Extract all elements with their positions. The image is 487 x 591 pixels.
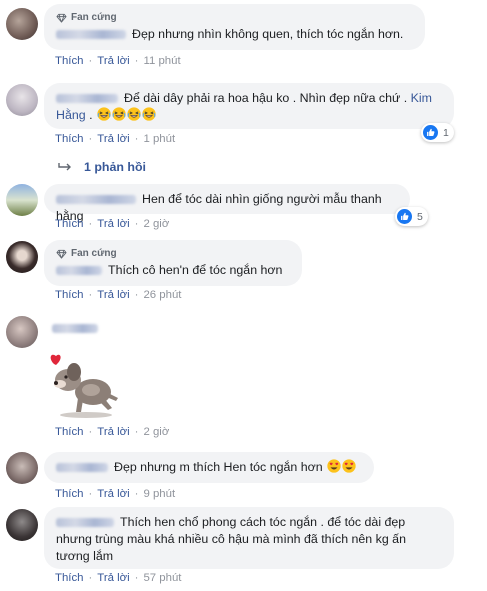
comment-actions: Thích · Trả lời · 2 giờ	[55, 218, 170, 230]
avatar[interactable]	[6, 184, 38, 216]
timestamp[interactable]: 2 giờ	[143, 218, 169, 230]
avatar[interactable]	[6, 452, 38, 484]
commenter-name[interactable]	[56, 266, 102, 276]
heart-icon	[50, 354, 61, 365]
mention-link[interactable]: Kim	[411, 91, 432, 105]
avatar[interactable]	[6, 509, 38, 541]
fan-badge-label: Fan cứng	[71, 12, 117, 23]
laughing-emoji-icon	[127, 107, 141, 121]
like-link[interactable]: Thích	[55, 133, 84, 145]
comment-text: Thích cô hen'n để tóc ngắn hơn	[108, 263, 283, 277]
timestamp[interactable]: 1 phút	[143, 133, 175, 145]
comment-text: tương lắm	[56, 549, 114, 563]
like-link[interactable]: Thích	[55, 426, 84, 438]
fan-badge: Fan cứng	[56, 11, 413, 24]
comment-bubble: Để dài dây phải ra hoa hậu ko . Nhìn đẹp…	[44, 83, 454, 129]
comment-bubble: Thích hen chổ phong cách tóc ngắn . để t…	[44, 507, 454, 569]
comment-actions: Thích · Trả lời · 2 giờ	[55, 426, 170, 438]
like-link[interactable]: Thích	[55, 488, 84, 500]
comment-text: Để dài dây phải ra hoa hậu ko . Nhìn đẹp…	[124, 91, 408, 105]
comment-text: nhưng trùng màu khá nhiều cô hậu mà mình…	[56, 532, 406, 546]
reply-link[interactable]: Trả lời	[97, 426, 129, 438]
commenter-name[interactable]	[56, 30, 126, 40]
laughing-emoji-icon	[97, 107, 111, 121]
fan-badge-label: Fan cứng	[71, 248, 117, 259]
like-link[interactable]: Thích	[55, 572, 84, 584]
like-link[interactable]: Thích	[55, 218, 84, 230]
reaction-count[interactable]: 5	[395, 207, 428, 226]
comment-actions: Thích · Trả lời · 1 phút	[55, 133, 176, 145]
timestamp[interactable]: 11 phút	[143, 55, 180, 67]
comment-actions: Thích · Trả lời · 11 phút	[55, 55, 181, 67]
comment-actions: Thích · Trả lời · 57 phút	[55, 572, 182, 584]
dog-heart-sticker	[50, 354, 118, 418]
avatar[interactable]	[6, 8, 38, 40]
commenter-name[interactable]	[56, 518, 114, 528]
avatar[interactable]	[6, 241, 38, 273]
reaction-count[interactable]: 1	[421, 123, 454, 142]
reply-arrow-icon	[58, 163, 71, 171]
mention-link[interactable]: Hằng	[56, 108, 86, 122]
heart-eyes-emoji-icon	[327, 459, 341, 473]
reply-link[interactable]: Trả lời	[97, 488, 129, 500]
comment-text: Đẹp nhưng nhìn không quen, thích tóc ngắ…	[132, 27, 404, 41]
avatar[interactable]	[6, 84, 38, 116]
diamond-icon	[56, 249, 67, 259]
timestamp[interactable]: 9 phút	[143, 488, 175, 500]
timestamp[interactable]: 57 phút	[143, 572, 181, 584]
reply-link[interactable]: Trả lời	[97, 572, 129, 584]
avatar[interactable]	[6, 316, 38, 348]
like-reaction-icon	[397, 209, 412, 224]
diamond-icon	[56, 13, 67, 23]
comment-bubble: Fan cứng Đẹp nhưng nhìn không quen, thíc…	[44, 4, 425, 50]
commenter-name[interactable]	[56, 463, 108, 473]
reply-link[interactable]: Trả lời	[97, 218, 129, 230]
comment-text: Thích hen chổ phong cách tóc ngắn . để t…	[120, 515, 406, 529]
comment-actions: Thích · Trả lời · 26 phút	[55, 289, 182, 301]
reply-link[interactable]: Trả lời	[97, 289, 129, 301]
comment-bubble: Đẹp nhưng m thích Hen tóc ngắn hơn	[44, 452, 374, 483]
timestamp[interactable]: 26 phút	[143, 289, 181, 301]
like-link[interactable]: Thích	[55, 289, 84, 301]
comment-text: Đẹp nhưng m thích Hen tóc ngắn hơn	[114, 460, 323, 474]
comment-bubble: Fan cứng Thích cô hen'n để tóc ngắn hơn	[44, 240, 302, 286]
timestamp[interactable]: 2 giờ	[143, 426, 169, 438]
comment-actions: Thích · Trả lời · 9 phút	[55, 488, 176, 500]
like-reaction-icon	[423, 125, 438, 140]
comment-bubble: Hen để tóc dài nhìn giống người mẫu than…	[44, 184, 410, 223]
heart-eyes-emoji-icon	[342, 459, 356, 473]
commenter-name[interactable]	[56, 195, 136, 205]
reply-link[interactable]: Trả lời	[97, 133, 129, 145]
commenter-name[interactable]	[52, 324, 98, 333]
fan-badge: Fan cứng	[56, 247, 290, 260]
commenter-name[interactable]	[56, 94, 118, 104]
view-replies-link[interactable]: 1 phản hồi	[58, 160, 146, 174]
laughing-emoji-icon	[112, 107, 126, 121]
laughing-emoji-icon	[142, 107, 156, 121]
like-link[interactable]: Thích	[55, 55, 84, 67]
reply-link[interactable]: Trả lời	[97, 55, 129, 67]
